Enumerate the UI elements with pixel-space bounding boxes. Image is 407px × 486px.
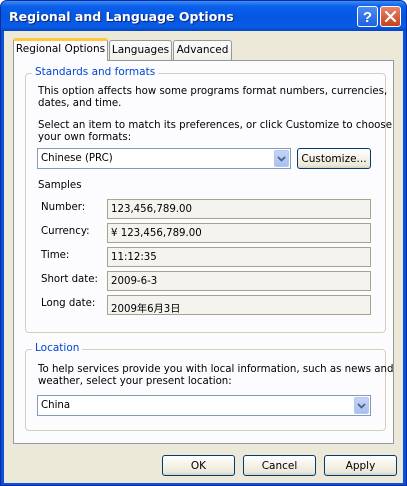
chevron-down-icon (277, 155, 286, 162)
cancel-button[interactable]: Cancel (243, 455, 316, 476)
location-description-line-1: To help services provide you with local … (38, 364, 394, 375)
tab-panel-regional-options: Standards and formats This option affect… (13, 60, 394, 444)
group-label: Location (32, 342, 83, 354)
tab-label: Advanced (176, 44, 229, 56)
window-title: Regional and Language Options (9, 9, 234, 24)
tab-advanced[interactable]: Advanced (173, 40, 232, 60)
location-description-line-2: weather, select your present location: (38, 376, 232, 387)
sample-number-label: Number: (41, 202, 86, 213)
svg-text:?: ? (363, 9, 372, 24)
sample-time-value: 11:12:35 (111, 252, 157, 263)
tab-label: Regional Options (15, 43, 106, 55)
cancel-button-label: Cancel (261, 459, 298, 472)
apply-button[interactable]: Apply (324, 455, 397, 476)
close-button[interactable] (380, 6, 401, 27)
format-select-value: Chinese (PRC) (41, 153, 113, 164)
sample-long-date-value: 2009年6月3日 (111, 304, 181, 315)
sample-long-date-field: 2009年6月3日 (107, 295, 371, 315)
tab-label: Languages (111, 44, 170, 56)
help-button[interactable]: ? (357, 6, 378, 27)
customize-button-label: Customize... (301, 152, 367, 165)
location-group: Location To help services provide you wi… (25, 342, 393, 431)
sample-short-date-label: Short date: (41, 274, 98, 285)
sample-long-date-label: Long date: (41, 298, 96, 309)
format-select-arrow[interactable] (274, 150, 289, 167)
sample-short-date-field: 2009-6-3 (107, 271, 371, 291)
sample-number-value: 123,456,789.00 (111, 204, 193, 215)
customize-button[interactable]: Customize... (297, 148, 371, 169)
location-select[interactable]: China (37, 395, 371, 416)
standards-description-line-1: This option affects how some programs fo… (38, 86, 388, 97)
chevron-down-icon (357, 402, 366, 409)
sample-time-field: 11:12:35 (107, 247, 371, 267)
close-icon (385, 11, 396, 22)
tab-regional-options[interactable]: Regional Options (13, 38, 108, 61)
standards-instruction-line-1: Select an item to match its preferences,… (38, 120, 392, 131)
sample-short-date-value: 2009-6-3 (111, 276, 158, 287)
standards-description-line-2: dates, and time. (38, 98, 122, 109)
ok-button[interactable]: OK (162, 455, 235, 476)
sample-currency-label: Currency: (41, 226, 90, 237)
ok-button-label: OK (190, 459, 207, 472)
group-label: Standards and formats (32, 66, 159, 78)
standards-and-formats-group: Standards and formats This option affect… (25, 66, 392, 333)
dialog-client-area: Regional Options Languages Advanced Stan… (4, 31, 403, 483)
format-select[interactable]: Chinese (PRC) (37, 148, 291, 169)
sample-time-label: Time: (41, 250, 70, 261)
apply-button-label: Apply (345, 459, 376, 472)
standards-instruction-line-2: your own formats: (38, 132, 132, 143)
sample-currency-field: ¥ 123,456,789.00 (107, 223, 371, 243)
location-select-arrow[interactable] (354, 397, 369, 414)
tab-languages[interactable]: Languages (109, 40, 172, 60)
help-icon: ? (363, 9, 372, 24)
sample-number-field: 123,456,789.00 (107, 199, 371, 219)
samples-label: Samples (38, 180, 82, 191)
dialog-window: Regional and Language Options ? Regional… (0, 0, 407, 486)
sample-currency-value: ¥ 123,456,789.00 (111, 228, 202, 239)
location-select-value: China (41, 400, 71, 411)
title-bar[interactable]: Regional and Language Options ? (1, 1, 406, 31)
